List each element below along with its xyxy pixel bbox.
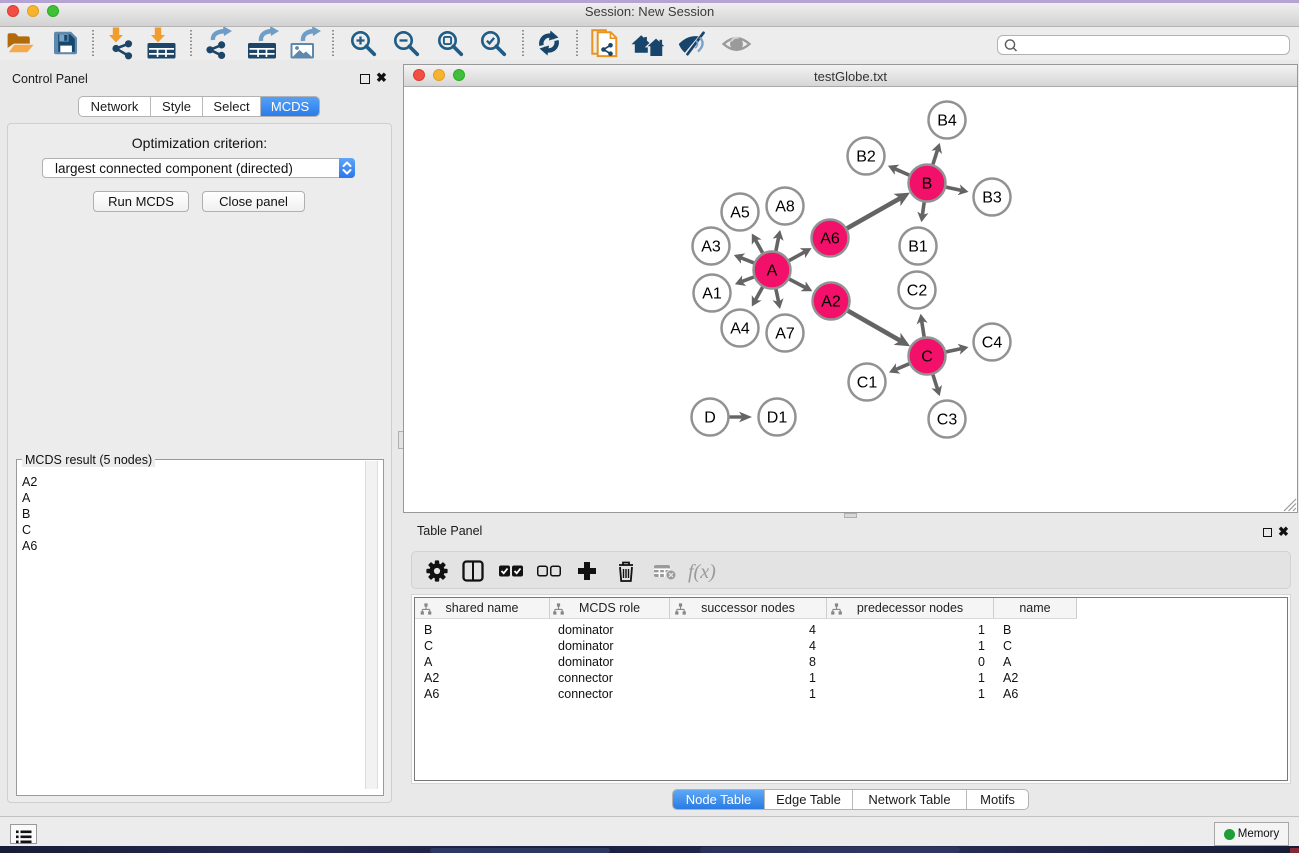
svg-text:A7: A7 xyxy=(775,326,795,343)
svg-text:B4: B4 xyxy=(937,113,957,130)
svg-text:C3: C3 xyxy=(937,412,958,429)
svg-text:D: D xyxy=(704,410,716,427)
svg-text:A: A xyxy=(767,263,778,280)
svg-text:f(x): f(x) xyxy=(688,561,716,583)
svg-text:B: B xyxy=(922,176,933,193)
svg-text:A4: A4 xyxy=(730,321,750,338)
svg-text:B1: B1 xyxy=(908,239,928,256)
svg-text:B3: B3 xyxy=(982,190,1002,207)
svg-text:C2: C2 xyxy=(907,283,928,300)
svg-text:C4: C4 xyxy=(982,335,1003,352)
svg-text:C: C xyxy=(921,349,933,366)
svg-text:A8: A8 xyxy=(775,199,795,216)
svg-text:A5: A5 xyxy=(730,205,750,222)
svg-text:A1: A1 xyxy=(702,286,722,303)
svg-text:A2: A2 xyxy=(821,294,841,311)
svg-text:A6: A6 xyxy=(820,231,840,248)
svg-text:A3: A3 xyxy=(701,239,721,256)
svg-text:C1: C1 xyxy=(857,375,878,392)
svg-text:D1: D1 xyxy=(767,410,788,427)
svg-text:B2: B2 xyxy=(856,149,876,166)
